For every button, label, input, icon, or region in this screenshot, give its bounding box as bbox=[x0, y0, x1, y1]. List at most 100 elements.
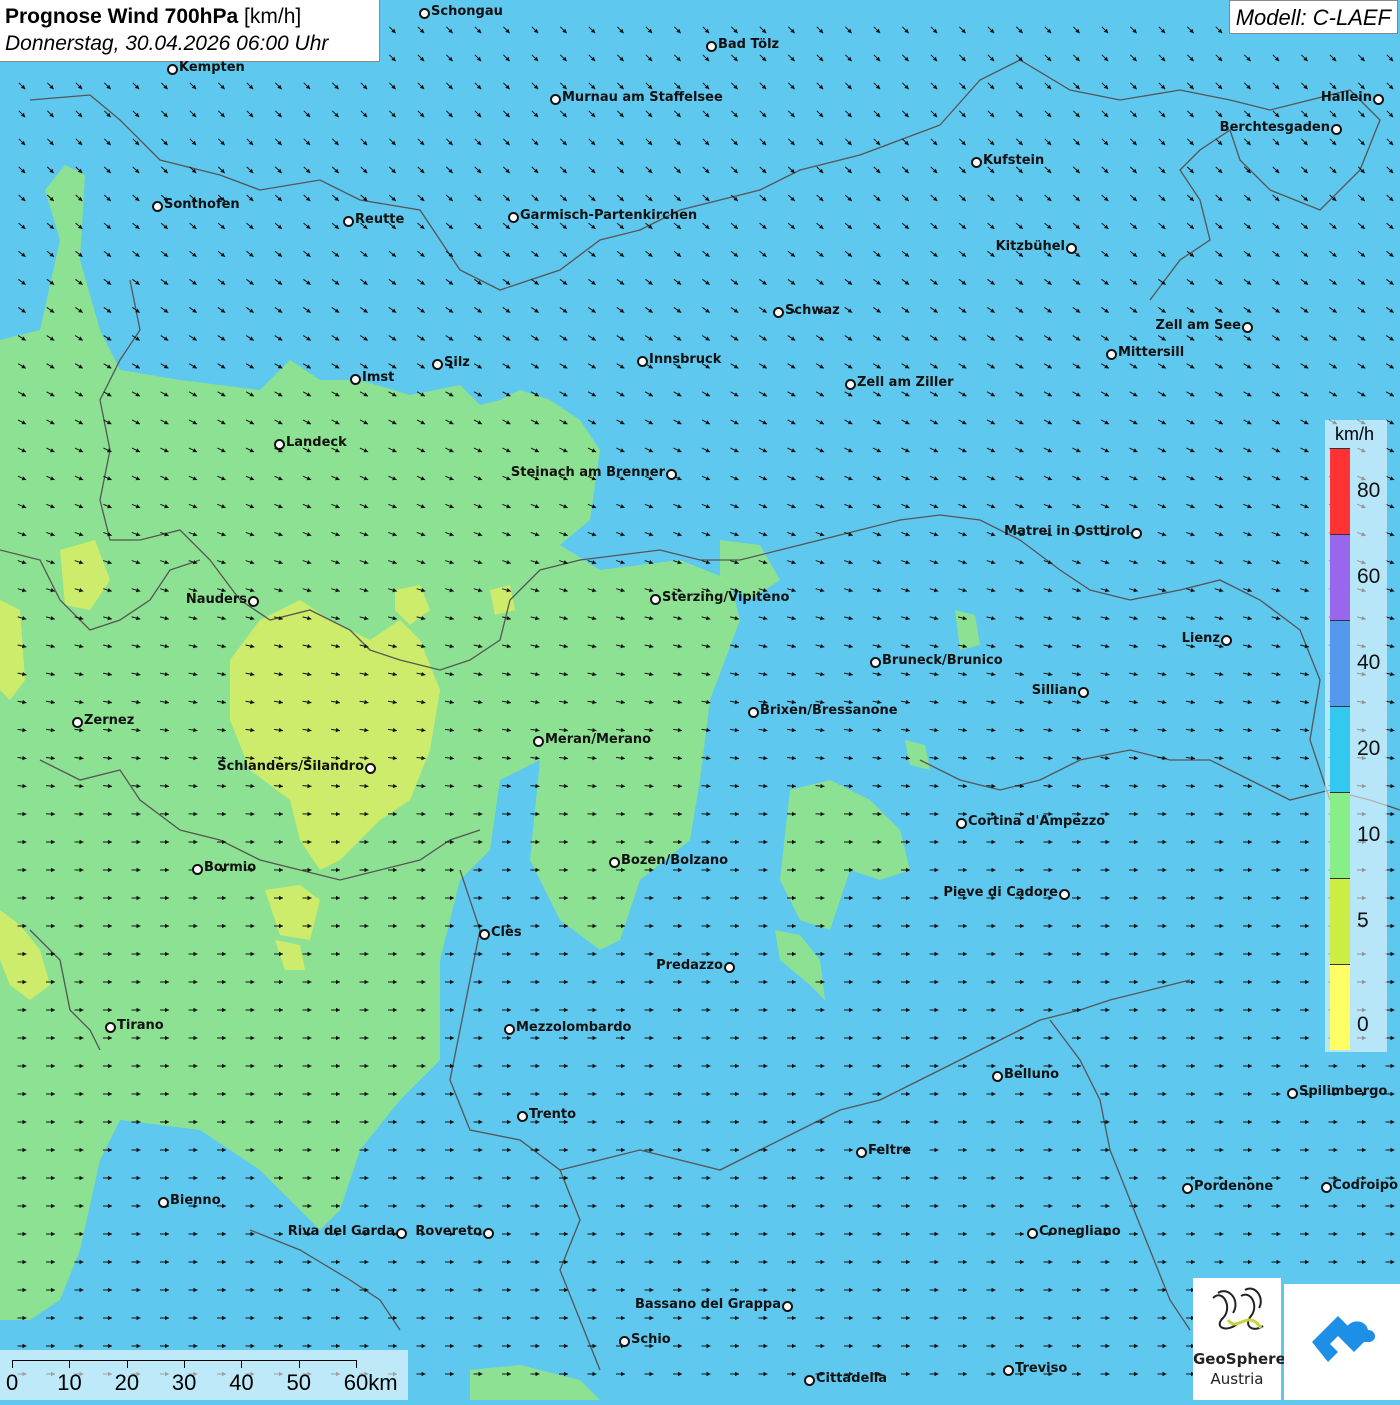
city-marker[interactable] bbox=[192, 864, 203, 875]
city-marker[interactable] bbox=[365, 763, 376, 774]
scale-label: 50 bbox=[287, 1370, 311, 1396]
city-marker[interactable] bbox=[419, 8, 430, 19]
city-label: Murnau am Staffelsee bbox=[562, 90, 723, 105]
city-marker[interactable] bbox=[1106, 349, 1117, 360]
scale-tick bbox=[241, 1360, 242, 1368]
city-marker[interactable] bbox=[609, 857, 620, 868]
title-bold: Prognose Wind 700hPa bbox=[5, 5, 238, 28]
city-label: Rovereto bbox=[415, 1224, 482, 1239]
city-marker[interactable] bbox=[992, 1071, 1003, 1082]
city-marker[interactable] bbox=[1321, 1182, 1332, 1193]
city-marker[interactable] bbox=[1131, 528, 1142, 539]
city-marker[interactable] bbox=[533, 736, 544, 747]
city-label: Matrei in Osttirol bbox=[1004, 524, 1130, 539]
forecast-datetime: Donnerstag, 30.04.2026 06:00 Uhr bbox=[5, 30, 374, 57]
city-marker[interactable] bbox=[1003, 1365, 1014, 1376]
title-unit: [km/h] bbox=[244, 5, 301, 28]
scale-label: 40 bbox=[229, 1370, 253, 1396]
city-marker[interactable] bbox=[971, 157, 982, 168]
city-label: Cles bbox=[491, 925, 522, 940]
city-label: Landeck bbox=[286, 435, 347, 450]
city-marker[interactable] bbox=[479, 929, 490, 940]
city-marker[interactable] bbox=[343, 216, 354, 227]
city-label: Garmisch-Partenkirchen bbox=[520, 208, 697, 223]
city-marker[interactable] bbox=[706, 41, 717, 52]
city-marker[interactable] bbox=[724, 962, 735, 973]
city-label: Spilimbergo bbox=[1299, 1084, 1387, 1099]
city-marker[interactable] bbox=[748, 707, 759, 718]
legend-color-bar bbox=[1330, 448, 1350, 1050]
city-marker[interactable] bbox=[504, 1024, 515, 1035]
city-label: Bassano del Grappa bbox=[635, 1297, 781, 1312]
city-marker[interactable] bbox=[637, 356, 648, 367]
city-marker[interactable] bbox=[804, 1375, 815, 1386]
geosphere-logo[interactable]: GeoSphere Austria bbox=[1193, 1278, 1281, 1400]
city-marker[interactable] bbox=[1331, 124, 1342, 135]
city-label: Lienz bbox=[1182, 631, 1220, 646]
city-label: Kempten bbox=[179, 60, 245, 75]
scale-label: 30 bbox=[172, 1370, 196, 1396]
city-marker[interactable] bbox=[856, 1147, 867, 1158]
city-marker[interactable] bbox=[72, 717, 83, 728]
city-label: Belluno bbox=[1004, 1067, 1059, 1082]
city-marker[interactable] bbox=[1242, 322, 1253, 333]
city-label: Sterzing/Vipiteno bbox=[662, 590, 789, 605]
city-marker[interactable] bbox=[396, 1228, 407, 1239]
city-marker[interactable] bbox=[845, 379, 856, 390]
city-label: Trento bbox=[529, 1107, 576, 1122]
legend-color-segment bbox=[1330, 964, 1350, 1050]
scale-tick bbox=[12, 1360, 13, 1368]
city-marker[interactable] bbox=[956, 818, 967, 829]
scale-tick bbox=[299, 1360, 300, 1368]
city-marker[interactable] bbox=[432, 359, 443, 370]
city-label: Nauders bbox=[186, 592, 247, 607]
city-marker[interactable] bbox=[1059, 889, 1070, 900]
city-label: Pordenone bbox=[1194, 1179, 1273, 1194]
city-label: Mittersill bbox=[1118, 345, 1184, 360]
city-marker[interactable] bbox=[782, 1301, 793, 1312]
city-marker[interactable] bbox=[1078, 687, 1089, 698]
city-marker[interactable] bbox=[1287, 1088, 1298, 1099]
city-marker[interactable] bbox=[508, 212, 519, 223]
city-label: Tirano bbox=[117, 1018, 164, 1033]
city-marker[interactable] bbox=[1066, 243, 1077, 254]
city-label: Brixen/Bressanone bbox=[760, 703, 898, 718]
city-label: Predazzo bbox=[656, 958, 723, 973]
city-marker[interactable] bbox=[274, 439, 285, 450]
city-marker[interactable] bbox=[158, 1197, 169, 1208]
city-marker[interactable] bbox=[550, 94, 561, 105]
model-label: Modell: C-LAEF bbox=[1229, 0, 1398, 34]
weather-app-logo[interactable] bbox=[1284, 1284, 1400, 1400]
city-marker[interactable] bbox=[483, 1228, 494, 1239]
city-marker[interactable] bbox=[650, 594, 661, 605]
city-marker[interactable] bbox=[517, 1111, 528, 1122]
city-label: Cortina d'Ampezzo bbox=[968, 814, 1105, 829]
legend-tick-label: 5 bbox=[1357, 909, 1369, 933]
legend-tick-label: 80 bbox=[1357, 479, 1380, 503]
city-marker[interactable] bbox=[1373, 94, 1384, 105]
city-label: Schio bbox=[631, 1332, 671, 1347]
city-label: Conegliano bbox=[1039, 1224, 1121, 1239]
legend-color-segment bbox=[1330, 534, 1350, 620]
city-marker[interactable] bbox=[666, 469, 677, 480]
city-marker[interactable] bbox=[1221, 635, 1232, 646]
city-marker[interactable] bbox=[152, 201, 163, 212]
city-label: Innsbruck bbox=[649, 352, 721, 367]
city-marker[interactable] bbox=[773, 307, 784, 318]
scale-label: 20 bbox=[115, 1370, 139, 1396]
city-marker[interactable] bbox=[167, 64, 178, 75]
city-marker[interactable] bbox=[619, 1336, 630, 1347]
city-label: Sillian bbox=[1032, 683, 1077, 698]
city-label: Schlanders/Silandro bbox=[217, 759, 364, 774]
scale-tick bbox=[356, 1360, 357, 1368]
city-marker[interactable] bbox=[350, 374, 361, 385]
city-marker[interactable] bbox=[248, 596, 259, 607]
city-marker[interactable] bbox=[870, 657, 881, 668]
city-marker[interactable] bbox=[1027, 1228, 1038, 1239]
scale-label: 0 bbox=[6, 1370, 18, 1396]
scale-bar: 0102030405060km bbox=[0, 1350, 408, 1400]
scale-tick bbox=[69, 1360, 70, 1368]
city-marker[interactable] bbox=[1182, 1183, 1193, 1194]
city-label: Bienno bbox=[170, 1193, 221, 1208]
city-marker[interactable] bbox=[105, 1022, 116, 1033]
